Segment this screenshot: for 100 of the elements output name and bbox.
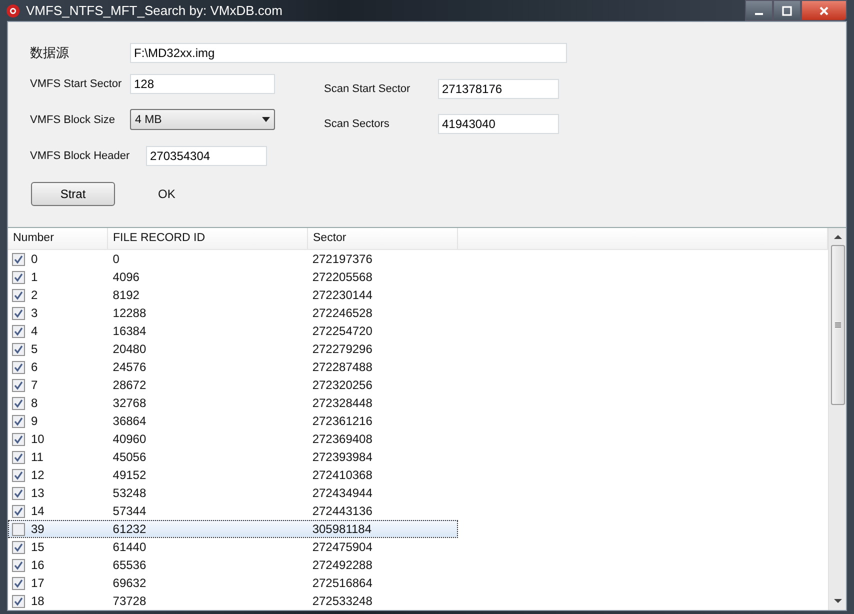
caret-icon	[262, 117, 270, 122]
table-cell: 17	[31, 576, 44, 590]
selected-row[interactable]: 39 61232 305981184	[8, 520, 458, 538]
table-row[interactable]: 4 16384 272254720	[8, 322, 458, 340]
table-cell: 4	[31, 324, 38, 338]
table-row[interactable]: 3 12288 272246528	[8, 304, 458, 322]
table-cell: 61440	[112, 540, 146, 554]
table-row[interactable]: 0 0 272197376	[8, 250, 458, 268]
table-cell: 57344	[112, 504, 146, 518]
column-header[interactable]: Sector	[308, 228, 458, 249]
table-cell: 49152	[112, 468, 146, 482]
field-label: VMFS Block Header	[30, 150, 131, 162]
table-row[interactable]: 6 24576 272287488	[8, 358, 458, 376]
table-cell: 1	[31, 270, 38, 284]
table-cell: 28672	[112, 378, 146, 392]
status-text: OK	[158, 187, 176, 201]
table-cell: 12288	[112, 306, 146, 320]
checkbox[interactable]	[12, 378, 25, 392]
checkbox[interactable]	[12, 504, 25, 518]
table-row[interactable]: 1 4096 272205568	[8, 268, 458, 286]
scrollbar[interactable]	[828, 228, 846, 610]
scroll-down-icon[interactable]	[834, 599, 842, 604]
table-cell: 53248	[112, 486, 146, 500]
start-button[interactable]: Strat	[31, 182, 115, 206]
checkbox[interactable]	[12, 270, 25, 284]
table-cell: 272516864	[312, 576, 372, 590]
checkbox[interactable]	[12, 288, 25, 302]
table-row[interactable]: 9 36864 272361216	[8, 412, 458, 430]
table-cell: 16	[31, 558, 44, 572]
checkbox[interactable]	[12, 414, 25, 428]
table-cell: 4096	[112, 270, 140, 284]
table-cell: 272230144	[312, 288, 372, 302]
table-cell: 272205568	[312, 270, 372, 284]
table-row[interactable]: 16 65536 272492288	[8, 556, 458, 574]
checkbox[interactable]	[12, 360, 25, 374]
table-row[interactable]: 14 57344 272443136	[8, 502, 458, 520]
input-field[interactable]: 270354304	[146, 146, 267, 166]
checkbox[interactable]	[12, 594, 25, 608]
table-cell: 272254720	[312, 324, 372, 338]
table-row[interactable]: 17 69632 272516864	[8, 574, 458, 592]
checkbox[interactable]	[12, 558, 25, 572]
close-icon	[819, 6, 829, 16]
checkbox[interactable]	[12, 342, 25, 356]
table-cell: 45056	[112, 450, 146, 464]
table-row[interactable]: 5 20480 272279296	[8, 340, 458, 358]
table-cell: 272443136	[312, 504, 372, 518]
table-cell: 272361216	[312, 414, 372, 428]
table-cell: 272328448	[312, 396, 372, 410]
column-header[interactable]: Number	[8, 228, 108, 249]
table-cell: 0	[31, 252, 38, 266]
checkbox[interactable]	[12, 540, 25, 554]
checkbox[interactable]	[12, 396, 25, 410]
close-button[interactable]	[801, 0, 847, 21]
field-label: Scan Sectors	[324, 118, 390, 130]
maximize-button[interactable]	[773, 0, 801, 21]
table-row[interactable]: 7 28672 272320256	[8, 376, 458, 394]
checkbox[interactable]	[12, 432, 25, 446]
path-field[interactable]: F:\MD32xx.img	[130, 43, 567, 63]
table-cell: 0	[112, 252, 120, 266]
checkbox[interactable]	[12, 486, 25, 500]
input-field[interactable]: 41943040	[438, 114, 559, 134]
input-field[interactable]: 271378176	[438, 79, 559, 99]
table-row[interactable]: 15 61440 272475904	[8, 538, 458, 556]
table-cell: 272287488	[312, 360, 372, 374]
field-label: Scan Start Sector	[324, 83, 412, 95]
table-cell: 65536	[112, 558, 146, 572]
table-row[interactable]: 8 32768 272328448	[8, 394, 458, 412]
table-cell: 11	[31, 450, 44, 464]
checkbox[interactable]	[12, 306, 25, 320]
column-header[interactable]: FILE RECORD ID	[108, 228, 308, 249]
table-cell: 6	[31, 360, 38, 374]
table-cell: 20480	[112, 342, 146, 356]
table-cell: 36864	[112, 414, 146, 428]
scroll-thumb[interactable]	[830, 245, 844, 405]
checkbox[interactable]	[12, 324, 25, 338]
checkbox[interactable]	[12, 522, 25, 536]
table-row[interactable]: 13 53248 272434944	[8, 484, 458, 502]
table-cell: 272279296	[312, 342, 372, 356]
table-row[interactable]: 12 49152 272410368	[8, 466, 458, 484]
minimize-button[interactable]	[745, 0, 773, 21]
checkbox[interactable]	[12, 576, 25, 590]
table-cell: 61232	[112, 522, 146, 536]
table-cell: 18	[31, 594, 44, 608]
scroll-up-icon[interactable]	[834, 234, 842, 239]
table-cell: 305981184	[312, 522, 372, 536]
checkbox[interactable]	[12, 468, 25, 482]
checkbox[interactable]	[12, 450, 25, 464]
table-row[interactable]: 10 40960 272369408	[8, 430, 458, 448]
table-cell: 2	[31, 288, 38, 302]
field-label: VMFS Start Sector	[30, 78, 123, 90]
table-cell: 69632	[112, 576, 146, 590]
field-label: VMFS Block Size	[30, 114, 116, 126]
table-cell: 32768	[112, 396, 146, 410]
table-cell: 73728	[112, 594, 146, 608]
checkbox[interactable]	[12, 252, 25, 266]
input-field[interactable]: 128	[130, 74, 275, 94]
block-size-dropdown[interactable]: 4 MB	[130, 109, 275, 130]
table-row[interactable]: 18 73728 272533248	[8, 592, 458, 610]
table-row[interactable]: 2 8192 272230144	[8, 286, 458, 304]
table-row[interactable]: 11 45056 272393984	[8, 448, 458, 466]
